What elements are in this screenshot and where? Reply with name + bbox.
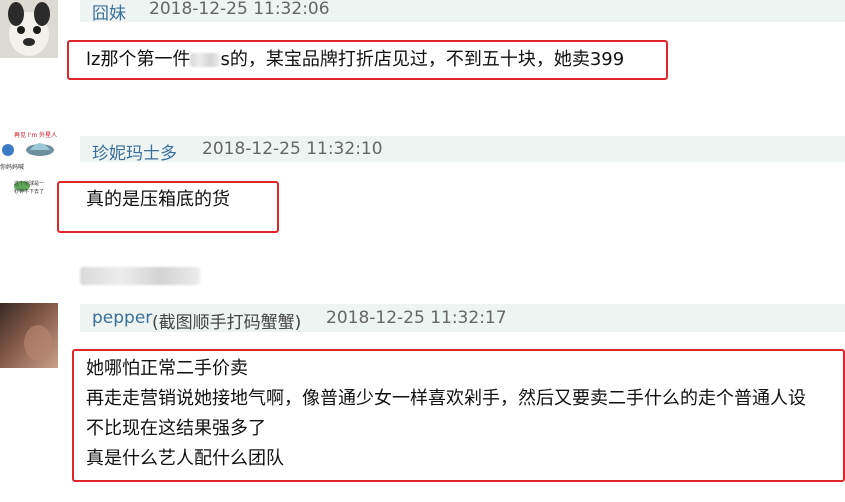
comment-line: 不比现在这结果强多了 [86,418,266,439]
comment-text-part: lz那个第一件 [86,49,191,70]
avatar[interactable] [0,303,58,368]
comment-line: 再走走营销说她接地气啊，像普通少女一样喜欢剁手，然后又要卖二手什么的走个普通人设 [86,388,806,409]
censor-blur [80,267,200,285]
comment-text: lz那个第一件 s的，某宝品牌打折店见过，不到五十块，她卖399 [86,45,624,75]
censor-blur [190,53,221,67]
comment-text: 她哪怕正常二手价卖 再走走营销说她接地气啊，像普通少女一样喜欢剁手，然后又要卖二… [86,354,845,474]
comment-line: 真是什么艺人配什么团队 [86,448,284,469]
avatar-caption: 这个地球是一 [14,181,45,187]
avatar-caption: 秒钟不下去了 [14,189,45,195]
comment-text-part: s的，某宝品牌打折店见过，不到五十块，她卖399 [220,49,625,70]
avatar[interactable]: 再见 I'm 外星人 你妈妈喊 这个地球是一 秒钟不下去了 [0,130,58,200]
timestamp: 2018-12-25 11:32:06 [149,0,330,19]
timestamp: 2018-12-25 11:32:17 [326,308,507,328]
avatar-caption: 你妈妈喊 [0,164,25,171]
avatar[interactable] [0,0,58,58]
comment-header [80,136,845,162]
timestamp: 2018-12-25 11:32:10 [202,139,383,159]
username[interactable]: 囧妹 [92,0,126,24]
comment-line: 她哪怕正常二手价卖 [86,358,248,379]
avatar-caption: 再见 I'm 外星人 [14,132,58,139]
username[interactable]: 珍妮玛士多 [92,139,177,164]
username-note: (截图顺手打码蟹蟹) [152,313,302,333]
username[interactable]: pepper [92,308,152,328]
comment-text: 真的是压箱底的货 [86,189,230,210]
